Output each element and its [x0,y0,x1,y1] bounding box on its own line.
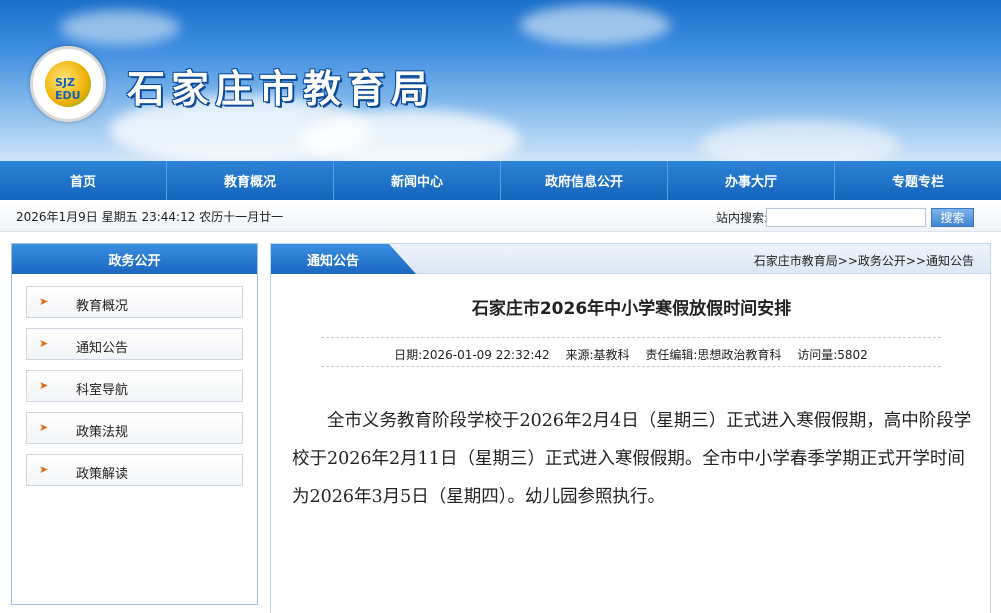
main-panel: 通知公告 石家庄市教育局>>政务公开>>通知公告 石家庄市2026年中小学寒假放… [270,243,991,613]
nav-home[interactable]: 首页 [0,161,167,200]
search-label: 站内搜索: [716,211,769,225]
article-meta: 日期:2026-01-09 22:32:42 来源:基教科 责任编辑:思想政治教… [321,337,941,367]
cloud-decoration [300,110,520,161]
sidebar-item-label: 政策解读 [76,467,129,482]
cloud-decoration [60,10,180,45]
sidebar-item-label: 科室导航 [76,383,129,398]
article-meta-text: 日期:2026-01-09 22:32:42 来源:基教科 责任编辑:思想政治教… [321,346,941,363]
sidebar-item-label: 通知公告 [76,341,129,356]
article-source: 来源:基教科 [565,348,630,362]
sidebar-title: 政务公开 [12,244,257,274]
article-paragraph: 全市义务教育阶段学校于2026年2月4日（星期三）正式进入寒假假期，高中阶段学校… [292,411,972,507]
search-button[interactable]: 搜索 [931,208,974,227]
article-date: 日期:2026-01-09 22:32:42 [394,348,550,362]
arrow-right-icon: ➤ [39,463,49,476]
sidebar-item-notices[interactable]: ➤ 通知公告 [26,328,243,360]
info-bar: 2026年1月9日 星期五 23:44:12 农历十一月廿一 站内搜索: 搜索 [0,200,1001,232]
sidebar-item-department-nav[interactable]: ➤ 科室导航 [26,370,243,402]
header-banner: SJZ EDU 石家庄市教育局 [0,0,1001,161]
nav-education-overview[interactable]: 教育概况 [167,161,334,200]
logo-text: SJZ EDU [55,76,81,102]
article-body: 全市义务教育阶段学校于2026年2月4日（星期三）正式进入寒假假期，高中阶段学校… [292,402,972,516]
arrow-right-icon: ➤ [39,379,49,392]
sidebar-item-label: 教育概况 [76,299,129,314]
section-tab-notices: 通知公告 [271,244,416,274]
main-panel-header: 通知公告 石家庄市教育局>>政务公开>>通知公告 [271,244,990,274]
sidebar-item-education-overview[interactable]: ➤ 教育概况 [26,286,243,318]
article-title: 石家庄市2026年中小学寒假放假时间安排 [471,299,792,319]
arrow-right-icon: ➤ [39,295,49,308]
article-editor: 责任编辑:思想政治教育科 [645,348,782,362]
article-visits: 访问量:5802 [797,348,868,362]
sidebar-item-label: 政策法规 [76,425,129,440]
sidebar-item-policy-interpretation[interactable]: ➤ 政策解读 [26,454,243,486]
site-title: 石家庄市教育局 [127,66,436,111]
nav-service-hall[interactable]: 办事大厅 [668,161,835,200]
nav-news-center[interactable]: 新闻中心 [334,161,501,200]
current-datetime: 2026年1月9日 星期五 23:44:12 农历十一月廿一 [16,210,284,224]
bureau-logo: SJZ EDU [30,46,106,122]
sidebar-item-regulations[interactable]: ➤ 政策法规 [26,412,243,444]
search-input[interactable] [766,208,926,227]
sidebar: 政务公开 ➤ 教育概况 ➤ 通知公告 ➤ 科室导航 ➤ 政策法规 ➤ 政策解读 [11,243,258,605]
nav-special-topics[interactable]: 专题专栏 [835,161,1001,200]
nav-gov-info[interactable]: 政府信息公开 [501,161,668,200]
breadcrumb[interactable]: 石家庄市教育局>>政务公开>>通知公告 [754,252,974,269]
arrow-right-icon: ➤ [39,337,49,350]
arrow-right-icon: ➤ [39,421,49,434]
cloud-decoration [700,120,900,161]
cloud-decoration [520,5,670,45]
main-nav: 首页 教育概况 新闻中心 政府信息公开 办事大厅 专题专栏 [0,161,1001,200]
